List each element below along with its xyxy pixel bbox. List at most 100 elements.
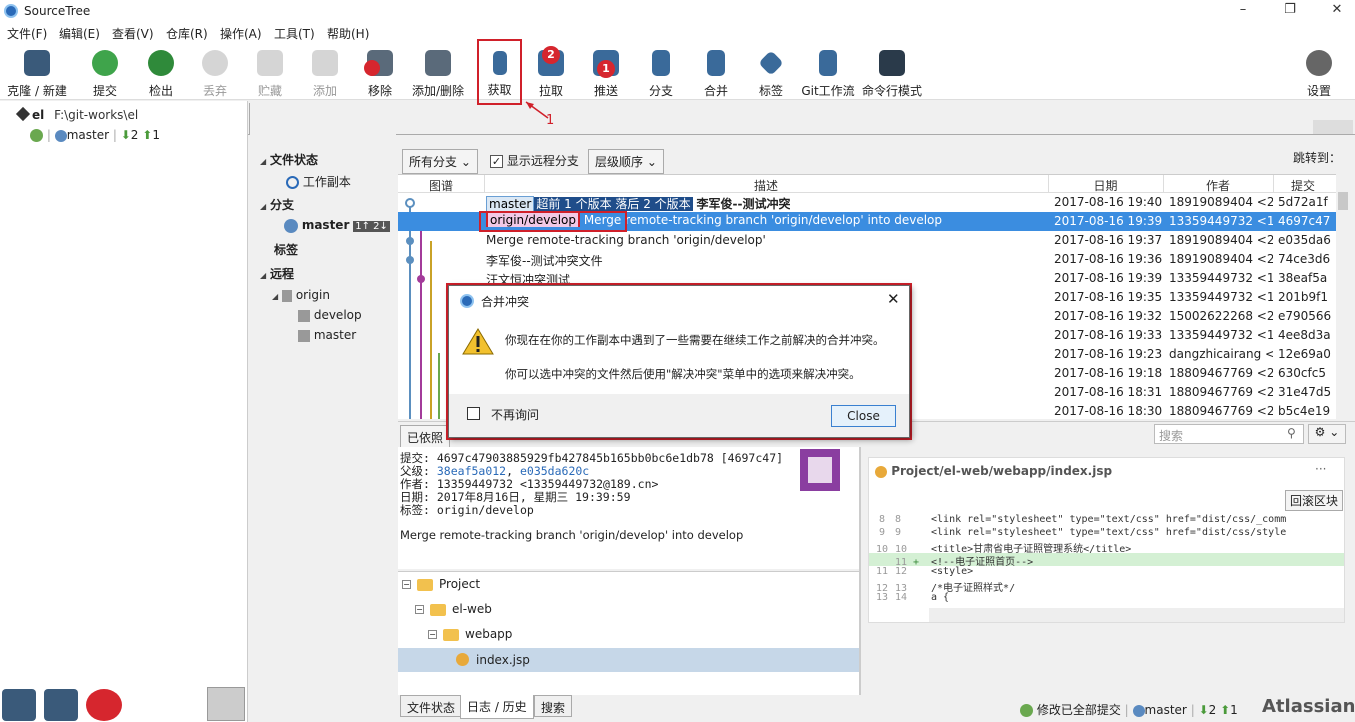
diff-lines: 88 <link rel="stylesheet" type="text/css…	[869, 514, 1344, 605]
tag-icon	[758, 50, 784, 76]
dialog-close-icon[interactable]: ✕	[887, 290, 900, 308]
menu-file[interactable]: 文件(F)	[7, 25, 47, 42]
warning-icon	[462, 328, 494, 355]
tab-divider	[248, 134, 1355, 135]
gear-icon: ⚙ ⌄	[1314, 425, 1340, 439]
push-badge: 1	[597, 60, 615, 78]
menu-edit[interactable]: 编辑(E)	[59, 25, 100, 42]
behind-arrow-icon: ⬇	[120, 128, 131, 142]
diff-more-button[interactable]: ···	[1315, 462, 1326, 476]
branch-icon	[54, 129, 67, 142]
commit-list-scrollbar[interactable]	[1336, 174, 1350, 419]
diff-line: 12 13 /*电子证照样式*/	[875, 583, 1016, 594]
branches-select[interactable]: 所有分支 ⌄	[402, 149, 478, 174]
search-input[interactable]: 搜索 ⚲	[1154, 424, 1304, 444]
sidebar-item-origin[interactable]: ◢ origin	[272, 288, 330, 302]
show-remote-checkbox[interactable]: ✓ 显示远程分支	[490, 152, 579, 169]
menu-view[interactable]: 查看(V)	[112, 25, 154, 42]
menu-repo[interactable]: 仓库(R)	[166, 25, 208, 42]
menu-help[interactable]: 帮助(H)	[327, 25, 369, 42]
detail-tags: 标签: origin/develop	[400, 503, 534, 517]
clone-button[interactable]: 克隆 / 新建	[4, 46, 70, 100]
remove-repo-button[interactable]	[86, 689, 122, 721]
diff-line: 11 12 <style>	[875, 566, 974, 577]
dialog-message-1: 你现在在你的工作副本中遇到了一些需要在继续工作之前解决的合并冲突。	[505, 333, 885, 347]
gitflow-button[interactable]: Git工作流	[800, 46, 856, 100]
col-graph[interactable]: 图谱	[398, 177, 484, 194]
terminal-button[interactable]: 命令行模式	[860, 46, 924, 100]
sidebar-item-origin-develop[interactable]: develop	[298, 308, 362, 322]
sidebar-item-origin-master[interactable]: master	[298, 328, 356, 342]
sidebar: ◢ 文件状态 工作副本 ◢ 分支 master 1↑ 2↓ 标签 ◢ 远程 ◢ …	[250, 101, 396, 694]
col-author[interactable]: 作者	[1163, 177, 1273, 194]
minimize-icon[interactable]: –	[1228, 2, 1258, 20]
add-icon	[312, 50, 338, 76]
commit-row[interactable]: master 超前 1 个版本 落后 2 个版本 李军俊--测试冲突 2017-0…	[398, 193, 1336, 212]
maximize-icon[interactable]: ❐	[1275, 2, 1305, 20]
col-commit[interactable]: 提交	[1273, 177, 1333, 194]
sidebar-section-branches[interactable]: ◢ 分支	[260, 196, 294, 213]
dont-ask-label: 不再询问	[491, 408, 540, 422]
diff-line: 99 <link rel="stylesheet" type="text/css…	[878, 527, 1287, 538]
fetch-button[interactable]: 获取	[477, 39, 522, 105]
options-gear-button[interactable]: ⚙ ⌄	[1308, 424, 1346, 444]
dialog-footer: 不再询问 Close	[449, 394, 909, 437]
tab-file-status[interactable]: 文件状态	[400, 695, 463, 717]
commit-row[interactable]: 李军俊--测试冲突文件 2017-08-16 19:36 18919089404…	[398, 250, 1336, 269]
col-desc[interactable]: 描述	[484, 177, 1048, 194]
remove-button[interactable]: 移除	[361, 46, 399, 100]
ahead-arrow-icon: ⬆	[142, 128, 153, 142]
gitflow-icon	[819, 50, 837, 76]
diff-card: Project/el-web/webapp/index.jsp ··· 回滚区块…	[868, 457, 1345, 623]
commit-details: 提交: 4697c47903885929fb427845b165bb0bc6e1…	[398, 447, 859, 569]
merge-button[interactable]: 合并	[697, 46, 735, 100]
dialog-close-button[interactable]: Close	[831, 405, 896, 427]
tree-item-elweb[interactable]: − el-web	[415, 602, 492, 627]
tree-item-file-selected[interactable]: index.jsp	[398, 648, 859, 672]
sidebar-section-file-status[interactable]: ◢ 文件状态	[260, 151, 318, 168]
branch-button[interactable]: 分支	[642, 46, 680, 100]
dialog-title: 合并冲突	[481, 295, 530, 309]
tag-button[interactable]: 标签	[752, 46, 790, 100]
stash-icon	[257, 50, 283, 76]
pull-button[interactable]: 2 拉取	[532, 46, 570, 100]
folder-icon	[443, 628, 459, 641]
menu-tools[interactable]: 工具(T)	[274, 25, 315, 42]
discard-button[interactable]: 丢弃	[196, 46, 234, 100]
sidebar-item-working-copy[interactable]: 工作副本	[286, 173, 351, 190]
commit-message: Merge remote-tracking branch 'origin/dev…	[400, 528, 744, 542]
tree-item-project[interactable]: − Project	[402, 577, 480, 602]
new-folder-button[interactable]	[44, 689, 78, 721]
add-remove-button[interactable]: 添加/删除	[410, 46, 466, 100]
sidebar-section-remotes[interactable]: ◢ 远程	[260, 265, 294, 282]
diff-hscrollbar[interactable]	[929, 608, 1344, 622]
repo-status-line: | master | ⬇2 ⬆1	[30, 128, 160, 142]
revert-hunk-button[interactable]: 回滚区块	[1285, 490, 1344, 511]
stash-button[interactable]: 贮藏	[251, 46, 289, 100]
merge-icon	[707, 50, 725, 76]
graph-controls: 所有分支 ⌄ ✓ 显示远程分支 层级顺序 ⌄ 跳转到：	[398, 146, 1354, 174]
commit-row[interactable]: Merge remote-tracking branch 'origin/dev…	[398, 231, 1336, 250]
tab-log-history[interactable]: 日志 / 历史	[460, 695, 534, 719]
repo-item[interactable]: el F:\git-works\el	[15, 106, 138, 122]
order-select[interactable]: 层级顺序 ⌄	[588, 149, 664, 174]
tab-search[interactable]: 搜索	[534, 695, 573, 717]
dialog-message-2: 你可以选中冲突的文件然后使用"解决冲突"菜单中的选项来解决冲突。	[505, 367, 861, 381]
checkout-button[interactable]: 检出	[142, 46, 180, 100]
col-date[interactable]: 日期	[1048, 177, 1163, 194]
diff-line: 88 <link rel="stylesheet" type="text/css…	[878, 514, 1287, 525]
sidebar-section-tags[interactable]: 标签	[274, 241, 298, 258]
push-button[interactable]: 1 推送	[587, 46, 625, 100]
add-button[interactable]: 添加	[306, 46, 344, 100]
new-repo-button[interactable]	[2, 689, 36, 721]
tab-scroll-arrows[interactable]	[1313, 120, 1353, 134]
close-window-icon[interactable]: ✕	[1322, 2, 1352, 20]
menu-actions[interactable]: 操作(A)	[220, 25, 262, 42]
repo-settings-button[interactable]	[207, 687, 245, 721]
sidebar-item-master[interactable]: master 1↑ 2↓	[284, 218, 390, 233]
develop-highlight-box	[479, 211, 627, 232]
pull-icon: 2	[538, 46, 564, 76]
commit-button[interactable]: 提交	[86, 46, 124, 100]
settings-button[interactable]: 设置	[1300, 46, 1338, 100]
dont-ask-checkbox[interactable]	[467, 407, 480, 420]
